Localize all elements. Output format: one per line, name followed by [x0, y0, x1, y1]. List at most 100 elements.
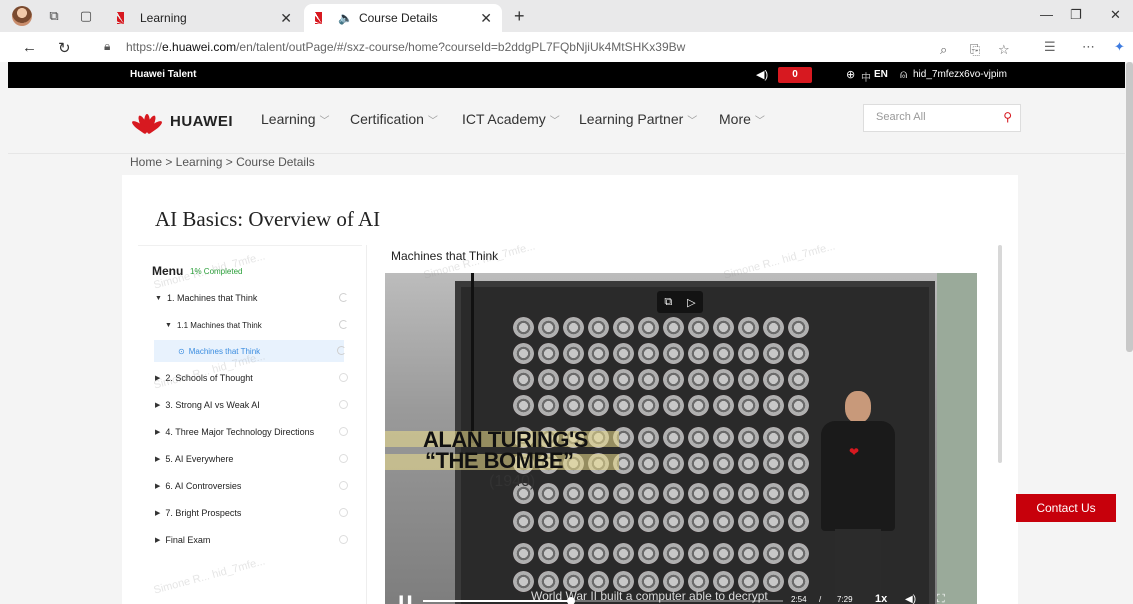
- caret-right-icon: ▶: [155, 429, 161, 436]
- bombe-drum: [563, 483, 584, 504]
- pip-icon[interactable]: ⧉: [664, 296, 672, 309]
- menu-item-chapter-5[interactable]: ▶ 5. AI Everywhere: [138, 448, 362, 470]
- tab-learning[interactable]: Learning ✕: [106, 4, 302, 32]
- bombe-drum: [788, 543, 809, 564]
- nav-ict-academy[interactable]: ICT Academy ﹀: [462, 111, 560, 127]
- bombe-drum: [788, 369, 809, 390]
- browser-toolbar: ← ↻ 🔒︎ https://e.huawei.com/en/talent/ou…: [0, 32, 1133, 62]
- restore-icon[interactable]: ❐: [1070, 7, 1082, 23]
- bombe-drum: [738, 395, 759, 416]
- new-tab-icon[interactable]: +: [514, 6, 525, 27]
- pause-icon[interactable]: ❚❚: [397, 595, 414, 604]
- huawei-logo[interactable]: HUAWEI: [130, 108, 233, 135]
- menu-item-chapter-3[interactable]: ▶ 3. Strong AI vs Weak AI: [138, 394, 362, 416]
- profile-avatar[interactable]: [12, 6, 32, 26]
- breadcrumb[interactable]: Home > Learning > Course Details: [130, 155, 315, 169]
- close-tab-icon[interactable]: ✕: [480, 10, 492, 27]
- bombe-drum: [788, 453, 809, 474]
- bombe-drum: [563, 369, 584, 390]
- bombe-drum: [588, 343, 609, 364]
- username[interactable]: hid_7mfezx6vo-vjpim: [913, 69, 1007, 80]
- minimize-icon[interactable]: —: [1040, 7, 1053, 22]
- audio-playing-icon[interactable]: 🔈: [338, 11, 353, 25]
- bombe-drum: [613, 395, 634, 416]
- nav-certification[interactable]: Certification ﹀: [350, 111, 438, 127]
- caret-down-icon: ▼: [165, 321, 172, 329]
- menu-item-chapter-1[interactable]: ▼ 1. Machines that Think: [138, 287, 362, 309]
- page-scrollbar[interactable]: [1126, 62, 1133, 352]
- address-bar[interactable]: 🔒︎ https://e.huawei.com/en/talent/outPag…: [92, 35, 1024, 59]
- menu-item-section-1-1[interactable]: ▼ 1.1 Machines that Think: [138, 314, 362, 336]
- lang-en[interactable]: EN: [874, 69, 888, 80]
- menu-item-chapter-2[interactable]: ▶ 2. Schools of Thought: [138, 367, 362, 389]
- lang-zh[interactable]: 中: [861, 69, 871, 84]
- more-menu-icon[interactable]: ⋯: [1082, 39, 1095, 55]
- video-backdrop: [937, 273, 977, 604]
- caret-right-icon: ▶: [155, 402, 161, 409]
- search-input[interactable]: Search All ⚲: [863, 104, 1021, 132]
- chevron-down-icon: ﹀: [687, 116, 698, 127]
- back-icon[interactable]: ←: [22, 39, 37, 56]
- menu-item-chapter-7[interactable]: ▶ 7. Bright Prospects: [138, 502, 362, 524]
- bombe-drum: [763, 317, 784, 338]
- playback-rate[interactable]: 1x: [875, 593, 887, 604]
- volume-icon[interactable]: ◀): [905, 594, 916, 604]
- bombe-drum: [688, 453, 709, 474]
- contact-us-button[interactable]: Contact Us: [1016, 494, 1116, 522]
- bombe-drum: [663, 369, 684, 390]
- reader-icon[interactable]: ⎘: [970, 42, 980, 58]
- close-window-icon[interactable]: ✕: [1110, 7, 1121, 23]
- volume-icon[interactable]: ◀): [756, 68, 768, 81]
- tab-actions-icon[interactable]: ▢: [76, 6, 96, 26]
- notification-badge[interactable]: 0: [778, 67, 812, 83]
- bombe-drum: [513, 369, 534, 390]
- player-panel: Machines that Think ⧉ ▷ ALAN TURING'S “T…: [366, 245, 1006, 604]
- bombe-drum: [763, 511, 784, 532]
- panel-scrollbar[interactable]: [998, 245, 1002, 463]
- nav-learning-partner[interactable]: Learning Partner ﹀: [579, 111, 697, 127]
- favorite-star-icon[interactable]: ☆: [998, 42, 1010, 58]
- bombe-drum: [763, 453, 784, 474]
- menu-item-chapter-4[interactable]: ▶ 4. Three Major Technology Directions: [138, 421, 362, 443]
- video-overlay-controls[interactable]: ⧉ ▷: [657, 291, 703, 313]
- bombe-drum: [738, 317, 759, 338]
- bombe-drum: [638, 427, 659, 448]
- close-tab-icon[interactable]: ✕: [280, 10, 292, 27]
- zoom-icon[interactable]: ⌕: [940, 42, 947, 58]
- bombe-drum: [713, 369, 734, 390]
- refresh-icon[interactable]: ↻: [58, 39, 71, 57]
- bombe-drum: [738, 427, 759, 448]
- bombe-drum: [688, 369, 709, 390]
- tab-course-details[interactable]: 🔈 Course Details ✕: [304, 4, 502, 32]
- video-player[interactable]: ⧉ ▷ ALAN TURING'S “THE BOMBE” (1940) ❤ W…: [385, 273, 977, 604]
- globe-icon[interactable]: ⊕: [846, 68, 855, 81]
- bombe-drum: [588, 543, 609, 564]
- bombe-drum: [738, 483, 759, 504]
- bombe-drum: [738, 453, 759, 474]
- bombe-drum: [638, 369, 659, 390]
- nav-more[interactable]: More ﹀: [719, 111, 765, 127]
- menu-item-final-exam[interactable]: ▶ Final Exam: [138, 529, 362, 551]
- favorites-list-icon[interactable]: ☰: [1044, 39, 1056, 55]
- user-icon[interactable]: ⍝: [900, 67, 907, 82]
- cast-icon[interactable]: ▷: [687, 296, 695, 309]
- chevron-down-icon: ﹀: [754, 116, 765, 127]
- bombe-drum: [538, 317, 559, 338]
- course-title: AI Basics: Overview of AI: [155, 207, 381, 231]
- menu-item-video-active[interactable]: ⊙ Machines that Think: [154, 340, 346, 362]
- browser-tabbar: ⧉ ▢ Learning ✕ 🔈 Course Details ✕ + — ❐ …: [0, 0, 1133, 32]
- workspaces-icon[interactable]: ⧉: [44, 6, 64, 26]
- fullscreen-icon[interactable]: ⛶: [937, 593, 945, 604]
- page-info-icon[interactable]: 🔒︎: [104, 39, 110, 54]
- seek-bar[interactable]: [423, 597, 783, 604]
- bombe-drum: [613, 511, 634, 532]
- chevron-down-icon: ﹀: [427, 116, 438, 127]
- copilot-icon[interactable]: ✦: [1114, 39, 1125, 55]
- nav-learning[interactable]: Learning ﹀: [261, 111, 330, 127]
- bombe-drum: [688, 511, 709, 532]
- search-icon[interactable]: ⚲: [1003, 110, 1012, 124]
- seek-handle[interactable]: [566, 597, 575, 604]
- menu-item-chapter-6[interactable]: ▶ 6. AI Controversies: [138, 475, 362, 497]
- bombe-drum: [563, 543, 584, 564]
- huawei-talent-brand[interactable]: Huawei Talent: [130, 69, 197, 80]
